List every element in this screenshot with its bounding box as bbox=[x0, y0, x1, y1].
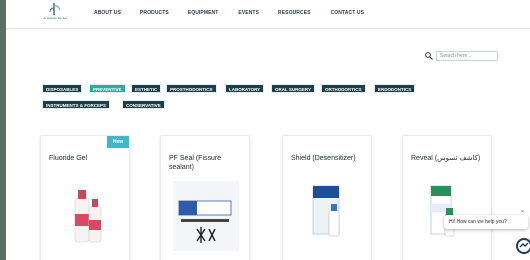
tab-orthodontics[interactable]: ORTHODONTICS bbox=[321, 84, 366, 93]
tab-esthetic[interactable]: ESTHETIC bbox=[131, 84, 162, 93]
tab-conservative[interactable]: CONSERVATIVE bbox=[122, 100, 165, 109]
nav-products[interactable]: PRODUCTS bbox=[140, 10, 169, 16]
main-nav: ABOUT US PRODUCTS EQUIPMENT EVENTS RESOU… bbox=[94, 10, 364, 16]
chat-prompt-bubble[interactable]: Hi! How can we help you? bbox=[444, 215, 528, 229]
tab-laboratory[interactable]: LABORATORY bbox=[225, 84, 265, 93]
tab-prosthodontics[interactable]: PROSTHODONTICS bbox=[166, 84, 217, 93]
tab-preventive[interactable]: PREVENTIVE bbox=[89, 84, 126, 93]
site-logo[interactable]: Al Hassan Dental bbox=[38, 2, 70, 26]
nav-about-us[interactable]: ABOUT US bbox=[94, 10, 121, 16]
search-icon[interactable] bbox=[424, 51, 434, 61]
tab-endodontics[interactable]: ENDODONTICS bbox=[374, 84, 416, 93]
product-title[interactable]: PF Seal (Fissure sealant) bbox=[169, 154, 243, 172]
pf-seal-syringe-kit-icon bbox=[173, 181, 239, 251]
site-header: Al Hassan Dental ABOUT US PRODUCTS EQUIP… bbox=[6, 0, 530, 29]
product-title[interactable]: Reveal (كاشف تسوس) bbox=[411, 154, 485, 163]
fluoride-gel-bottles-icon bbox=[74, 190, 102, 243]
tab-instruments-forceps[interactable]: INSTRUMENTS & FORCEPS bbox=[42, 100, 111, 109]
search-input[interactable] bbox=[436, 51, 498, 61]
product-title[interactable]: Shield (Desensitizer) bbox=[291, 154, 365, 163]
nav-events[interactable]: EVENTS bbox=[238, 10, 259, 16]
new-badge: New bbox=[107, 136, 129, 148]
product-title[interactable]: Fluoride Gel bbox=[49, 154, 123, 163]
tab-oral-surgery[interactable]: ORAL SURGERY bbox=[271, 84, 316, 93]
search-box bbox=[424, 50, 502, 62]
product-card-shield[interactable]: Shield (Desensitizer) bbox=[282, 135, 372, 260]
product-card-fluoride-gel[interactable]: New Fluoride Gel bbox=[40, 135, 130, 260]
nav-contact-us[interactable]: CONTACT US bbox=[331, 10, 364, 16]
nav-equipment[interactable]: EQUIPMENT bbox=[188, 10, 219, 16]
page: Al Hassan Dental ABOUT US PRODUCTS EQUIP… bbox=[6, 0, 530, 260]
logo-icon bbox=[49, 3, 61, 15]
product-card-pf-seal[interactable]: PF Seal (Fissure sealant) bbox=[160, 135, 250, 260]
nav-resources[interactable]: RESOURCES bbox=[278, 10, 311, 16]
product-card-reveal[interactable]: Reveal (كاشف تسوس) bbox=[402, 135, 492, 260]
logo-text: Al Hassan Dental bbox=[43, 16, 67, 20]
shield-desensitizer-box-icon bbox=[312, 185, 340, 237]
chat-launcher-icon[interactable] bbox=[514, 236, 530, 256]
tab-disposables[interactable]: DISPOSABLES bbox=[42, 84, 83, 93]
